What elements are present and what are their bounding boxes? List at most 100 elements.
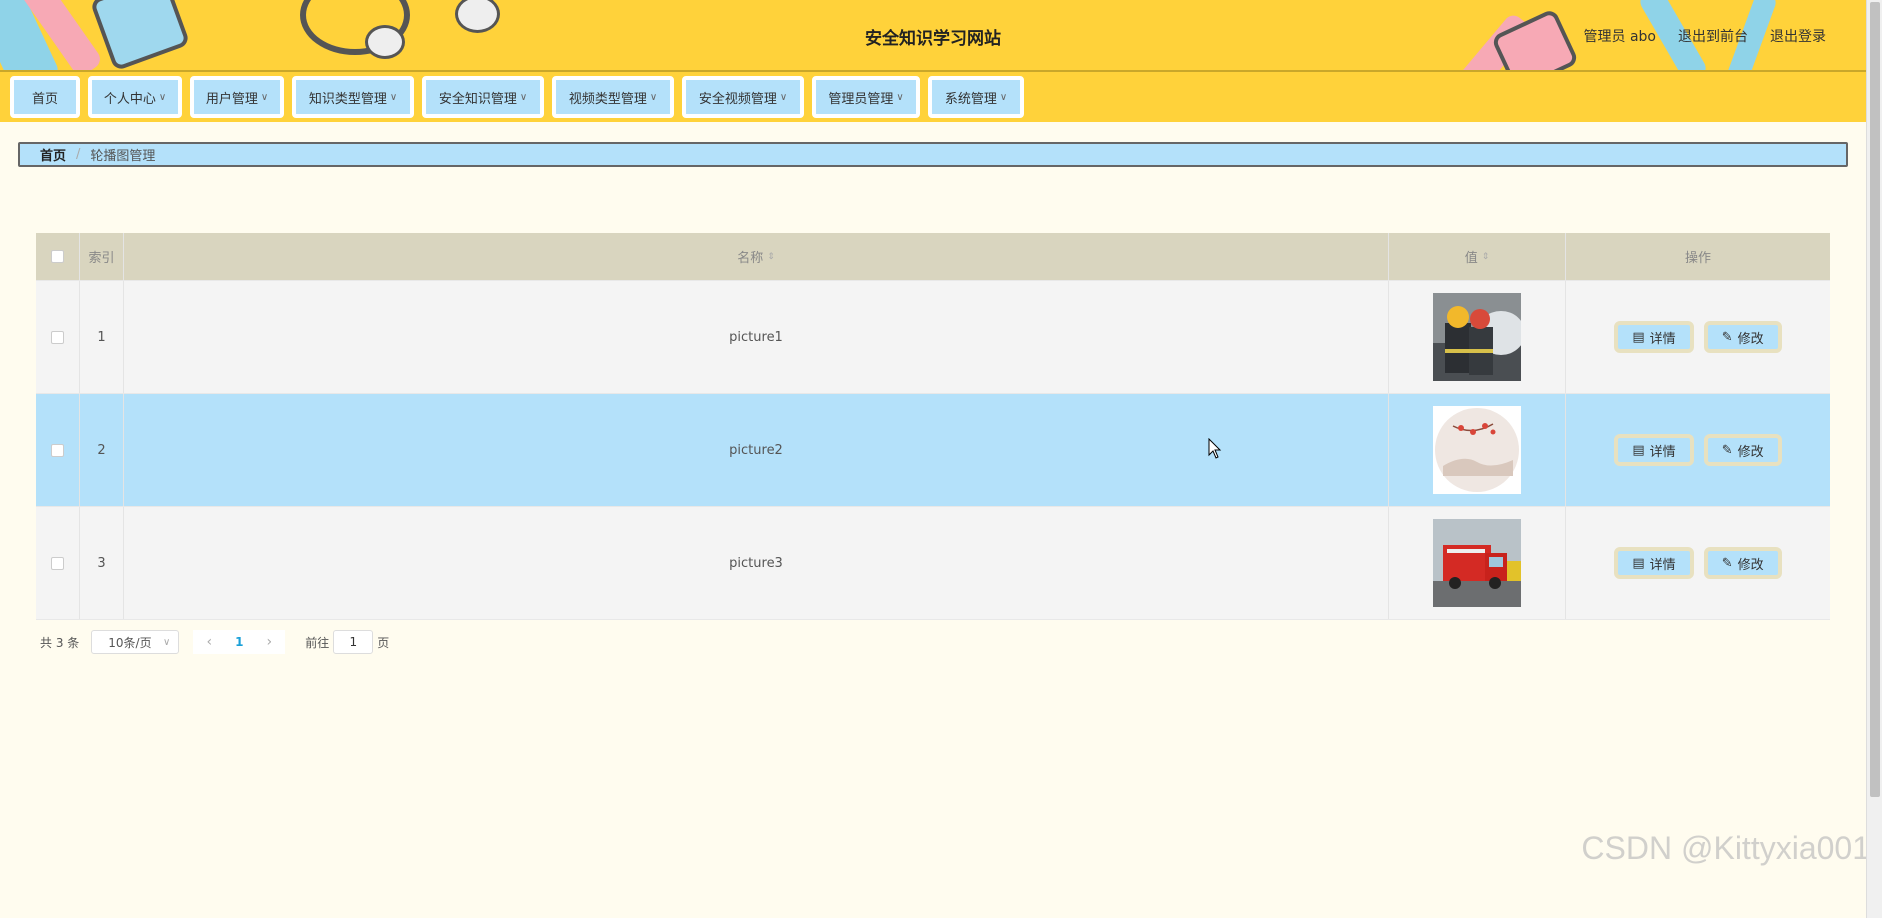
breadcrumb-home[interactable]: 首页 [40, 145, 66, 164]
nav-item-home[interactable]: 首页 [10, 76, 80, 118]
chevron-down-icon: ∨ [519, 91, 528, 103]
detail-button-label: 详情 [1649, 331, 1676, 347]
document-icon: ▤ [1632, 329, 1645, 345]
pagination: 共 3 条 10条/页 ∨ ‹ 1 › 前往 页 [40, 630, 389, 654]
nav-item-label: 安全视频管理 [698, 91, 777, 107]
edit-button-label: 修改 [1737, 444, 1764, 460]
banner-table: 索引 名称 ⇕ 值 ⇕ 操作 1 picture1 ▤ 详情 ✎ 修改 2 pi… [36, 233, 1830, 620]
value-header-label: 值 [1464, 251, 1478, 266]
nav-item-system[interactable]: 系统管理 ∨ [928, 76, 1024, 118]
row-value-cell [1389, 507, 1566, 619]
edit-button[interactable]: ✎ 修改 [1703, 321, 1782, 353]
page-buttons: ‹ 1 › [193, 630, 286, 654]
chevron-down-icon: ∨ [896, 91, 904, 103]
sort-icon[interactable]: ⇕ [767, 252, 775, 262]
scrollbar-thumb[interactable] [1870, 2, 1880, 797]
nav-item-label: 个人中心 [103, 91, 156, 107]
name-header-label: 名称 [737, 251, 764, 266]
select-all-checkbox[interactable] [51, 250, 64, 263]
edit-button[interactable]: ✎ 修改 [1703, 547, 1782, 579]
row-name: picture3 [124, 507, 1389, 619]
nav-item-label: 管理员管理 [828, 91, 894, 107]
chevron-down-icon: ∨ [389, 91, 398, 103]
row-select-cell [36, 507, 80, 619]
nav-item-personal[interactable]: 个人中心 ∨ [88, 76, 182, 118]
nav-item-label: 视频类型管理 [568, 91, 647, 107]
document-icon: ▤ [1632, 555, 1645, 571]
breadcrumb: 首页 / 轮播图管理 [18, 142, 1848, 167]
row-select-cell [36, 281, 80, 393]
exit-to-front-link[interactable]: 退出到前台 [1678, 26, 1748, 46]
row-value-cell [1389, 281, 1566, 393]
row-actions: ▤ 详情 ✎ 修改 [1566, 281, 1830, 393]
value-header[interactable]: 值 ⇕ [1389, 233, 1566, 280]
vertical-scrollbar[interactable] [1866, 0, 1882, 918]
next-page-button[interactable]: › [253, 634, 285, 650]
document-icon: ▤ [1632, 442, 1645, 458]
nav-item-label: 系统管理 [944, 91, 997, 107]
nav-item-users[interactable]: 用户管理 ∨ [190, 76, 284, 118]
edit-icon: ✎ [1721, 442, 1733, 458]
main-nav: 首页 个人中心 ∨ 用户管理 ∨ 知识类型管理 ∨ 安全知识管理 ∨ 视频类型管理 ∨ 安… [0, 72, 1866, 122]
admin-user-label: 管理员 abo [1583, 29, 1656, 45]
mouse-cursor-icon [1208, 438, 1222, 459]
table-header-row: 索引 名称 ⇕ 值 ⇕ 操作 [36, 233, 1830, 281]
watermark: CSDN @Kittyxia001 [1581, 830, 1870, 866]
index-header: 索引 [80, 233, 124, 280]
page-number[interactable]: 1 [225, 635, 253, 649]
chevron-down-icon: ∨ [779, 91, 788, 103]
row-checkbox[interactable] [51, 556, 64, 570]
breadcrumb-separator: / [76, 147, 81, 162]
edit-icon: ✎ [1721, 555, 1733, 571]
detail-button-label: 详情 [1649, 557, 1676, 573]
logout-link[interactable]: 退出登录 [1770, 26, 1826, 46]
row-checkbox[interactable] [51, 330, 64, 344]
nav-item-video-type[interactable]: 视频类型管理 ∨ [552, 76, 674, 118]
sort-icon[interactable]: ⇕ [1482, 252, 1490, 262]
edit-button[interactable]: ✎ 修改 [1703, 434, 1782, 466]
nav-item-safety-knowledge[interactable]: 安全知识管理 ∨ [422, 76, 544, 118]
table-row[interactable]: 2 picture2 ▤ 详情 ✎ 修改 [36, 394, 1830, 507]
edit-button-label: 修改 [1737, 557, 1764, 573]
row-index: 3 [80, 507, 124, 619]
edit-icon: ✎ [1721, 329, 1733, 345]
chevron-down-icon: ∨ [649, 91, 658, 103]
goto-label: 前往 [305, 635, 330, 650]
banner-thumbnail[interactable] [1433, 293, 1521, 381]
nav-item-knowledge-type[interactable]: 知识类型管理 ∨ [292, 76, 414, 118]
goto-page: 前往 页 [305, 630, 389, 654]
banner-thumbnail[interactable] [1433, 519, 1521, 607]
table-row[interactable]: 3 picture3 ▤ 详情 ✎ 修改 [36, 507, 1830, 620]
goto-page-input[interactable] [333, 630, 374, 654]
page-size-value: 10条/页 [108, 635, 152, 650]
row-select-cell [36, 394, 80, 506]
table-row[interactable]: 1 picture1 ▤ 详情 ✎ 修改 [36, 281, 1830, 394]
chevron-down-icon: ∨ [158, 91, 167, 103]
nav-item-safety-video[interactable]: 安全视频管理 ∨ [682, 76, 804, 118]
row-index: 2 [80, 394, 124, 506]
ops-header: 操作 [1684, 251, 1711, 266]
nav-item-label: 首页 [31, 91, 58, 107]
header: 安全知识学习网站 管理员 abo 退出到前台 退出登录 [0, 0, 1866, 72]
row-actions: ▤ 详情 ✎ 修改 [1566, 394, 1830, 506]
prev-page-button[interactable]: ‹ [193, 634, 225, 650]
banner-thumbnail[interactable] [1433, 406, 1521, 494]
page-unit-label: 页 [377, 635, 390, 650]
name-header[interactable]: 名称 ⇕ [124, 233, 1389, 280]
fire-truck-photo [1433, 519, 1521, 607]
total-count: 共 3 条 [40, 635, 80, 650]
row-name: picture1 [124, 281, 1389, 393]
detail-button[interactable]: ▤ 详情 [1614, 434, 1694, 466]
page-size-select[interactable]: 10条/页 ∨ [91, 630, 180, 654]
row-name: picture2 [124, 394, 1389, 506]
row-value-cell [1389, 394, 1566, 506]
row-checkbox[interactable] [51, 443, 64, 457]
nav-item-admin[interactable]: 管理员管理 ∨ [812, 76, 920, 118]
row-index: 1 [80, 281, 124, 393]
nav-item-label: 知识类型管理 [308, 91, 387, 107]
breadcrumb-current: 轮播图管理 [90, 149, 156, 164]
nav-item-label: 安全知识管理 [438, 91, 517, 107]
detail-button[interactable]: ▤ 详情 [1614, 547, 1694, 579]
detail-button[interactable]: ▤ 详情 [1614, 321, 1694, 353]
chevron-down-icon: ∨ [162, 636, 171, 648]
